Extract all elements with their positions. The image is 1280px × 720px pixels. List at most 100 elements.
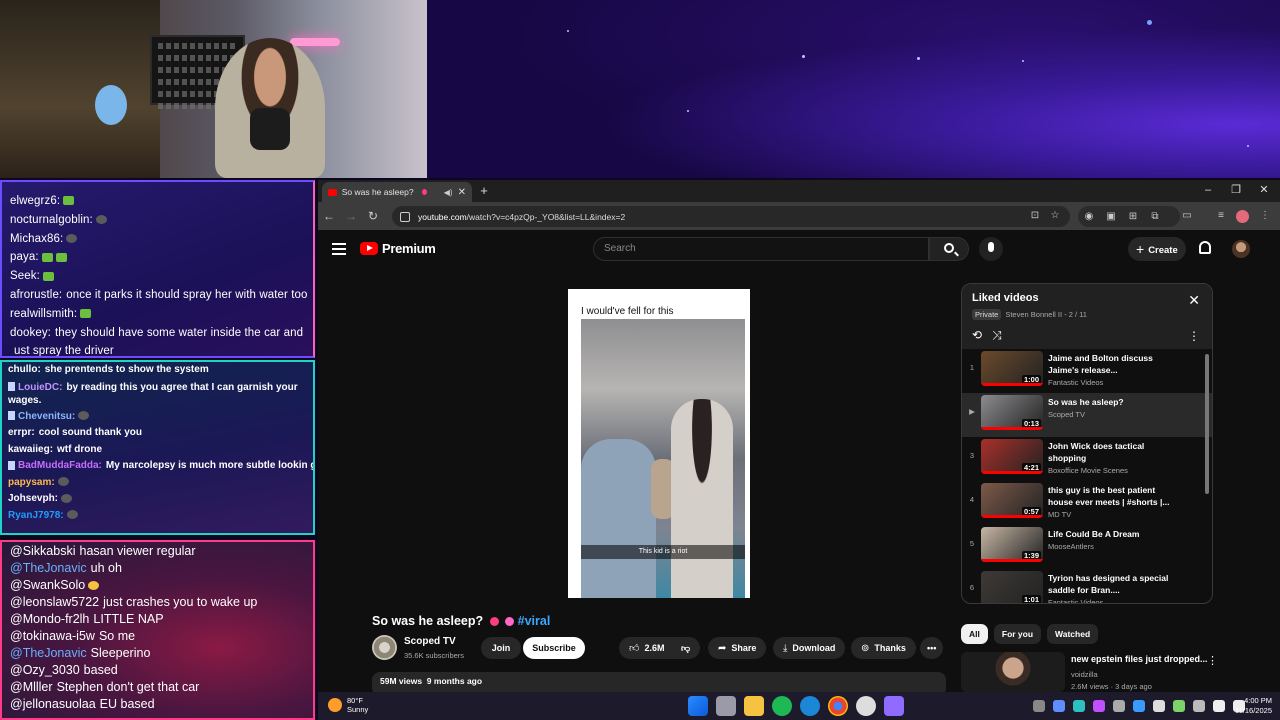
sidepanel-icon[interactable]: ▭ <box>1180 209 1194 223</box>
chat-username[interactable]: dookey: <box>10 327 51 339</box>
install-app-icon[interactable]: ⊡ <box>1028 209 1042 223</box>
chat-username[interactable]: afrorustle: <box>10 289 62 301</box>
filter-chip[interactable]: Watched <box>1047 624 1099 644</box>
channel-name[interactable]: Scoped TV <box>404 636 456 647</box>
like-button[interactable]: 👍︎ 2.6M 👎︎ <box>619 637 701 659</box>
dislike-icon[interactable]: 👎︎ <box>681 643 690 653</box>
voice-search-icon[interactable] <box>979 237 1003 261</box>
create-button[interactable]: + Create <box>1128 237 1186 261</box>
chat-username[interactable]: nocturnalgoblin: <box>10 214 93 226</box>
playlist-more-icon[interactable]: ⋮ <box>1188 329 1200 343</box>
share-button[interactable]: ➦ Share <box>708 637 767 659</box>
chat-username[interactable]: Seek: <box>10 270 40 282</box>
browser-tab[interactable]: So was he asleep? ◀) ✕ <box>322 182 472 202</box>
chat-username[interactable]: Michax86: <box>10 233 63 245</box>
network-icon[interactable] <box>1213 700 1225 712</box>
start-button-icon[interactable] <box>688 696 708 716</box>
app-icon[interactable] <box>884 696 904 716</box>
account-avatar[interactable] <box>1232 240 1250 258</box>
chat-username[interactable]: @SwankSolo <box>10 578 85 592</box>
playlist-item-title[interactable]: Tyrion has designed a special saddle for… <box>1048 572 1176 596</box>
playlist-item[interactable]: 1 1:00 Jaime and Bolton discuss Jaime's re… <box>962 349 1212 393</box>
tray-app-icon[interactable] <box>1133 700 1145 712</box>
playlist-thumbnail[interactable]: 1:39 <box>981 527 1043 562</box>
recommended-thumbnail[interactable] <box>961 652 1065 692</box>
playlist-title[interactable]: Liked videos <box>972 292 1202 304</box>
extensions-group[interactable]: ◉ ▣ ⊞ ⧉ <box>1078 206 1180 227</box>
chat-username[interactable]: @jellonasuolaa <box>10 697 96 711</box>
close-tab-icon[interactable]: ✕ <box>458 187 466 198</box>
close-window-button[interactable]: ✕ <box>1250 180 1278 200</box>
tray-chevron-icon[interactable] <box>1033 700 1045 712</box>
maximize-button[interactable]: ❐ <box>1222 180 1250 200</box>
downloads-icon[interactable]: ≡ <box>1214 209 1228 223</box>
tray-app-icon[interactable] <box>1053 700 1065 712</box>
chat-username[interactable]: Johsevph: <box>8 493 58 504</box>
menu-kebab-icon[interactable]: ⋮ <box>1258 209 1272 223</box>
playlist-thumbnail[interactable]: 0:13 <box>981 395 1043 430</box>
chat-username[interactable]: BadMuddaFadda: <box>18 460 102 471</box>
tray-app-icon[interactable] <box>1113 700 1125 712</box>
playlist-thumbnail[interactable]: 1:01 <box>981 571 1043 603</box>
chat-username[interactable]: @TheJonavic <box>10 646 87 660</box>
playlist-item-title[interactable]: this guy is the best patient house ever … <box>1048 484 1176 508</box>
file-explorer-icon[interactable] <box>744 696 764 716</box>
playlist-item[interactable]: 5 1:39 Life Could Be A Dream MooseAntlers <box>962 525 1212 569</box>
playlist-scrollbar[interactable] <box>1205 354 1209 494</box>
edge-icon[interactable] <box>800 696 820 716</box>
minimize-button[interactable]: – <box>1194 180 1222 200</box>
recommended-title[interactable]: new epstein files just dropped... <box>1071 654 1208 664</box>
tray-app-icon[interactable] <box>1193 700 1205 712</box>
extension-icon[interactable]: ▣ <box>1104 210 1118 224</box>
recommended-more-icon[interactable]: ⋮ <box>1207 654 1218 667</box>
notifications-bell-icon[interactable] <box>1199 241 1211 254</box>
profile-avatar[interactable] <box>1236 210 1249 223</box>
chrome-icon[interactable] <box>828 696 848 716</box>
chat-username[interactable]: @Ozy_3030 <box>10 663 80 677</box>
chat-username[interactable]: realwillsmith: <box>10 308 77 320</box>
spotify-icon[interactable] <box>772 696 792 716</box>
playlist-thumbnail[interactable]: 4:21 <box>981 439 1043 474</box>
playlist-thumbnail[interactable]: 1:00 <box>981 351 1043 386</box>
playlist-item[interactable]: ▶ 0:13 So was he asleep? Scoped TV <box>962 393 1212 437</box>
chat-username[interactable]: chullo: <box>8 364 41 375</box>
address-bar[interactable]: youtube.com/watch?v=c4pzQp-_YO8&list=LL&… <box>392 206 1070 227</box>
playlist-item[interactable]: 6 1:01 Tyrion has designed a special saddl… <box>962 569 1212 603</box>
obs-icon[interactable] <box>856 696 876 716</box>
chat-username[interactable]: papysam: <box>8 477 55 488</box>
bookmark-star-icon[interactable]: ☆ <box>1048 209 1062 223</box>
search-button[interactable] <box>929 237 969 261</box>
tray-app-icon[interactable] <box>1093 700 1105 712</box>
chat-username[interactable]: @Mlller <box>10 680 53 694</box>
site-info-icon[interactable] <box>400 211 410 222</box>
chat-username[interactable]: paya: <box>10 251 39 263</box>
filter-chip[interactable]: For you <box>993 624 1042 644</box>
chat-username[interactable]: @Mondo-fr2lh <box>10 612 89 626</box>
tray-app-icon[interactable] <box>1153 700 1165 712</box>
playlist-item[interactable]: 4 0:57 this guy is the best patient house … <box>962 481 1212 525</box>
chat-username[interactable]: Chevenitsu: <box>18 411 75 422</box>
download-button[interactable]: ⤓ Download <box>773 637 846 659</box>
recommended-video[interactable]: new epstein files just dropped... voidzi… <box>961 650 1261 692</box>
youtube-logo[interactable]: Premium <box>360 241 436 256</box>
chat-username[interactable]: LouieDC: <box>18 382 62 393</box>
weather-widget[interactable]: 80°F Sunny <box>328 696 368 714</box>
extension-icon[interactable]: ◉ <box>1082 210 1096 224</box>
new-tab-button[interactable]: + <box>475 182 493 200</box>
playlist-item-title[interactable]: John Wick does tactical shopping <box>1048 440 1176 464</box>
channel-avatar[interactable] <box>372 635 397 660</box>
chat-username[interactable]: kawaiieg: <box>8 444 53 455</box>
hashtag-link[interactable]: #viral <box>518 614 551 628</box>
more-actions-button[interactable]: ••• <box>920 637 944 659</box>
video-player[interactable]: I would've fell for this This kid is a r… <box>568 289 750 598</box>
playlist-thumbnail[interactable]: 0:57 <box>981 483 1043 518</box>
join-button[interactable]: Join <box>481 637 521 659</box>
task-view-icon[interactable] <box>716 696 736 716</box>
chat-username[interactable]: RyanJ7978: <box>8 510 64 521</box>
chat-username[interactable]: @TheJonavic <box>10 561 87 575</box>
hamburger-menu-icon[interactable] <box>332 243 346 255</box>
playlist-item-title[interactable]: Life Could Be A Dream <box>1048 528 1176 540</box>
reload-button[interactable]: ↻ <box>362 209 384 223</box>
thanks-button[interactable]: ⊚ Thanks <box>851 637 916 659</box>
chat-username[interactable]: @tokinawa-i5w <box>10 629 95 643</box>
